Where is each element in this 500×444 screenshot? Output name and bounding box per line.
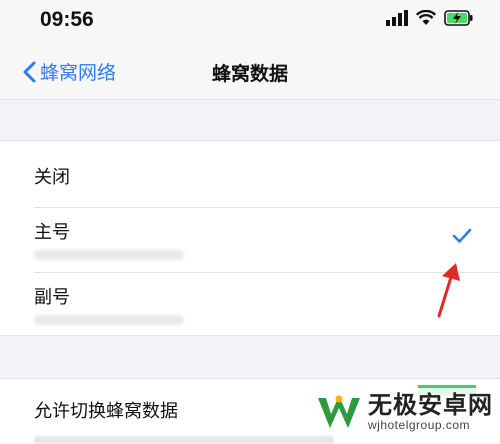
watermark: 无极安卓网 wjhotelgroup.com [310, 388, 499, 434]
battery-charging-icon [444, 10, 473, 26]
option-label: 主号 [34, 222, 70, 243]
option-label: 副号 [34, 287, 70, 308]
watermark-url: wjhotelgroup.com [368, 418, 471, 432]
status-icons [386, 10, 474, 26]
option-primary[interactable]: 主号 [0, 208, 500, 272]
option-secondary[interactable]: 副号 [0, 273, 500, 337]
blurred-phone-number [34, 250, 184, 260]
blurred-phone-number [34, 315, 184, 325]
page-title: 蜂窝数据 [211, 63, 288, 85]
status-bar: 09:56 [0, 0, 500, 44]
watermark-logo-icon [318, 395, 360, 428]
option-off[interactable]: 关闭 [0, 141, 500, 207]
status-time: 09:56 [40, 8, 94, 31]
checkmark-icon [452, 228, 472, 243]
option-label: 关闭 [34, 167, 70, 188]
allow-switching-label: 允许切换蜂窝数据 [34, 401, 178, 422]
blurred-footer-text [34, 436, 334, 444]
annotation-arrow-icon [437, 263, 460, 318]
nav-bar: 蜂窝网络 蜂窝数据 [0, 44, 500, 100]
wifi-icon [416, 10, 436, 25]
signal-icon [386, 10, 408, 26]
watermark-title: 无极安卓网 [368, 391, 493, 419]
cellular-data-options: 关闭 主号 副号 [0, 140, 500, 336]
